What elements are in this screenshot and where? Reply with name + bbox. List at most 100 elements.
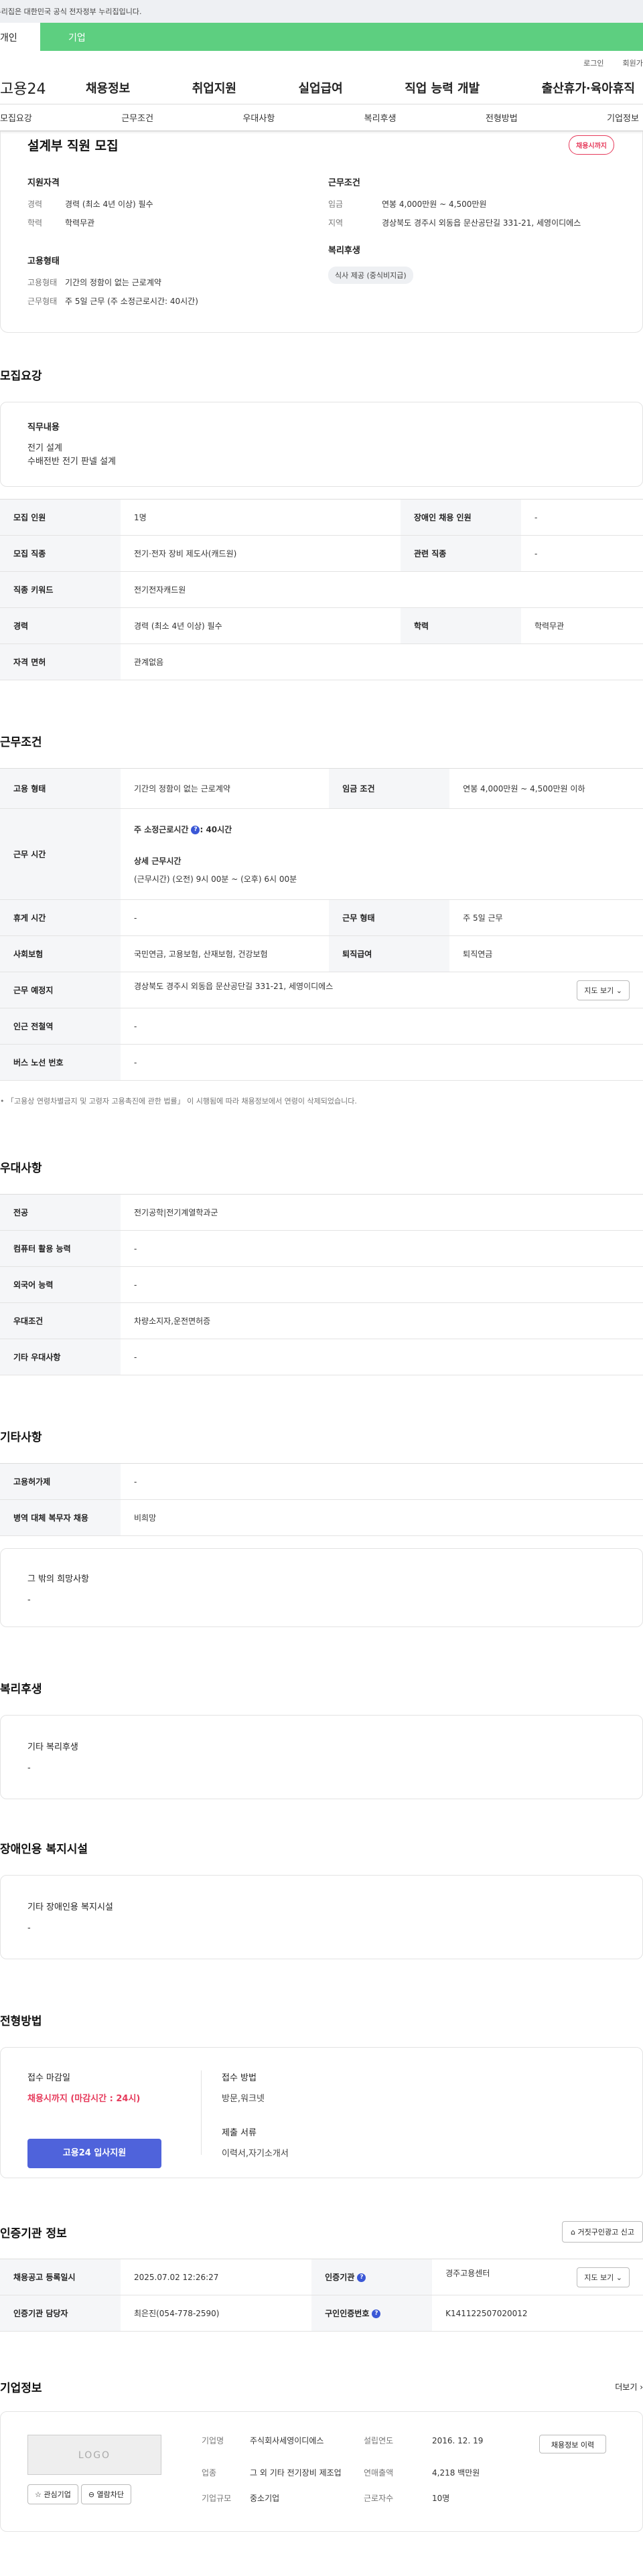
summary-value: 경력 (최소 4년 이상) 필수 [65, 200, 153, 209]
map-button[interactable]: 지도 보기 ⌄ [577, 980, 630, 1000]
summary-key: 근무형태 [27, 297, 58, 306]
work-section-title: 근무조건 [0, 736, 42, 749]
company-more-link[interactable]: 더보기 › [615, 2381, 643, 2393]
gnb-item-parental-leave[interactable]: 출산휴가·육아휴직 [542, 79, 635, 96]
table-cell: 비희망 [121, 1499, 643, 1536]
anchor-company[interactable]: 기업정보 [607, 111, 639, 124]
map-button[interactable]: 지도 보기 ⌄ [577, 2267, 630, 2287]
summary-row: 고용형태 기간의 정함이 없는 근로계약 [27, 277, 315, 288]
table-row: 인증기관 담당자 최은진(054-778-2590) 구인인증번호? K1411225… [0, 2295, 643, 2332]
cond-heading: 근무조건 [328, 178, 360, 188]
table-row: 사회보험 국민연금, 고용보험, 산재보험, 건강보험 퇴직급여 퇴직연금 [0, 935, 643, 972]
company-size-value: 중소기업 [250, 2494, 280, 2503]
table-header-cell: 휴게 시간 [0, 899, 121, 936]
company-industry-value: 그 외 기타 전기장비 제조업 [250, 2468, 342, 2478]
table-row: 병역 대체 복무자 채용 비희망 [0, 1499, 643, 1536]
apply-button[interactable]: 고용24 입사지원 [27, 2139, 161, 2168]
job-history-button[interactable]: 채용정보 이력 [539, 2435, 606, 2453]
age-notice: • 「고용상 연령차별금지 및 고령자 고용촉진에 관한 법률」 이 시행됨에 … [0, 1097, 357, 1106]
anchor-welfare[interactable]: 복리후생 [364, 111, 397, 124]
deadline-label: 접수 마감일 [27, 2073, 70, 2083]
cert-section-header: 인증기관 정보 ⌂ 거짓구인광고 신고 [0, 2221, 643, 2243]
selection-section-title: 전형방법 [0, 2015, 42, 2028]
tab-personal[interactable]: 개인 [0, 23, 40, 51]
table-header-cell: 전공 [0, 1194, 121, 1231]
gnb-item-employment-support[interactable]: 취업지원 [192, 79, 236, 96]
age-notice-text: 「고용상 연령차별금지 및 고령자 고용촉진에 관한 법률」 이 시행됨에 따라… [7, 1097, 357, 1106]
table-cell: - [121, 1339, 643, 1375]
pref-table: 전공 전기공학|전기계열학과군 컴퓨터 활용 능력 - 외국어 능력 - 우대조건 차량… [0, 1194, 643, 1375]
table-cell: 기간의 정함이 없는 근로계약 [121, 768, 330, 809]
selection-box: 접수 마감일 채용시까지 (마감시간 : 24시) 고용24 입사지원 접수 방… [0, 2047, 643, 2178]
tab-company[interactable]: 기업 [40, 23, 643, 51]
cert-agency-label: 인증기관 [325, 2273, 355, 2282]
table-row: 휴게 시간 - 근무 형태 주 5일 근무 [0, 899, 643, 936]
deadline-badge: 채용시까지 [569, 135, 614, 155]
company-info-grid: 기업명 주식회사세영이디에스 설립연도 2016. 12. 19 채용정보 이력… [202, 2435, 606, 2508]
anchor-pref[interactable]: 우대사항 [242, 111, 275, 124]
table-header-cell: 컴퓨터 활용 능력 [0, 1230, 121, 1267]
place-value: 경상북도 경주시 외동읍 문산공단길 331-21, 세영이디에스 [134, 981, 334, 991]
summary-row: 지역 경상북도 경주시 외동읍 문산공단길 331-21, 세영이디에스 [328, 218, 616, 228]
table-cell: 차량소지자,운전면허증 [121, 1302, 643, 1339]
anchor-work[interactable]: 근무조건 [121, 111, 153, 124]
table-header-cell: 모집 직종 [0, 535, 121, 572]
table-header-cell: 근무 예정지 [0, 972, 121, 1008]
gnb-item-unemployment-benefit[interactable]: 실업급여 [299, 79, 343, 96]
table-cell: 1명 [121, 499, 401, 536]
table-row: 직종 키워드 전기전자캐드원 [0, 571, 643, 608]
summary-key: 지역 [328, 218, 344, 228]
table-cell: 전기공학|전기계열학과군 [121, 1194, 643, 1231]
table-cell: - [121, 1008, 643, 1045]
hope-value: - [27, 1595, 31, 1605]
block-view-button[interactable]: ⊖ 열람차단 [80, 2484, 132, 2504]
hours-cell: 주 소정근로시간?: 40시간 상세 근무시간 (근무시간) (오전) 9시 0… [121, 808, 643, 900]
summary-value: 주 5일 근무 (주 소정근로시간: 40시간) [65, 297, 198, 306]
table-header-cell: 경력 [0, 607, 121, 644]
disab-section-title: 장애인용 복지시설 [0, 1843, 88, 1856]
site-logo[interactable]: 고용24 [0, 77, 67, 98]
gnb-item-jobs[interactable]: 채용정보 [86, 79, 130, 96]
anchor-selection[interactable]: 전형방법 [486, 111, 518, 124]
table-cell: 전기전자캐드원 [121, 571, 643, 608]
summary-key: 고용형태 [27, 278, 58, 287]
table-header-cell: 관련 직종 [400, 535, 521, 572]
help-icon[interactable]: ? [357, 2273, 366, 2282]
cert-table: 채용공고 등록일시 2025.07.02 12:26:27 인증기관? 경주고용센터 지… [0, 2259, 643, 2332]
cert-section-title: 인증기관 정보 [0, 2226, 67, 2241]
anchor-recruit[interactable]: 모집요강 [0, 111, 32, 124]
table-header-cell: 장애인 채용 인원 [400, 499, 521, 536]
table-cell: 2025.07.02 12:26:27 [121, 2259, 312, 2295]
table-header-cell: 기타 우대사항 [0, 1339, 121, 1375]
table-cell: - [121, 1044, 643, 1081]
table-row: 경력 경력 (최소 4년 이상) 필수 학력 학력무관 [0, 607, 643, 644]
cert-number-label: 구인인증번호 [325, 2309, 370, 2318]
section-anchor-nav: 모집요강 근무조건 우대사항 복리후생 전형방법 기업정보 [0, 104, 643, 131]
table-row: 근무 시간 주 소정근로시간?: 40시간 상세 근무시간 (근무시간) (오전… [0, 808, 643, 900]
company-industry-label: 업종 [202, 2468, 217, 2478]
summary-row: 임금 연봉 4,000만원 ~ 4,500만원 [328, 199, 616, 210]
help-icon[interactable]: ? [191, 826, 200, 834]
table-header-cell: 고용 형태 [0, 768, 121, 809]
gnb-item-skill-development[interactable]: 직업 능력 개발 [405, 79, 480, 96]
welfare-chip: 식사 제공 (중식비지급) [328, 267, 413, 284]
hours-main-value: : 40시간 [200, 825, 232, 834]
join-link[interactable]: 회원가입 [623, 58, 643, 71]
table-header-cell: 버스 노선 번호 [0, 1044, 121, 1081]
duty-line: 전기 설계 [27, 443, 62, 453]
login-link[interactable]: 로그인 [583, 58, 603, 71]
table-cell: K141122507020012 [432, 2295, 643, 2332]
help-icon[interactable]: ? [372, 2309, 381, 2318]
company-section-header: 기업정보 더보기 › [0, 2378, 643, 2395]
company-emp-value: 10명 [432, 2494, 450, 2503]
emp-heading: 고용형태 [27, 256, 60, 267]
report-fake-ad-button[interactable]: ⌂ 거짓구인광고 신고 [562, 2221, 643, 2243]
table-cell: 전기·전자 장비 제도사(캐드원) [121, 535, 401, 572]
summary-row: 경력 경력 (최소 4년 이상) 필수 [27, 199, 315, 210]
hours-main-label: 주 소정근로시간 [134, 825, 189, 834]
summary-left: 지원자격 경력 경력 (최소 4년 이상) 필수 학력 학력무관 고용형태 고용형태… [27, 175, 315, 315]
table-row: 근무 예정지 경상북도 경주시 외동읍 문산공단길 331-21, 세영이디에스 지… [0, 972, 643, 1008]
duty-line: 수배전반 전기 판넬 설계 [27, 457, 116, 467]
favorite-company-button[interactable]: ☆ 관심기업 [27, 2484, 78, 2504]
etc-section-title: 기타사항 [0, 1431, 42, 1444]
